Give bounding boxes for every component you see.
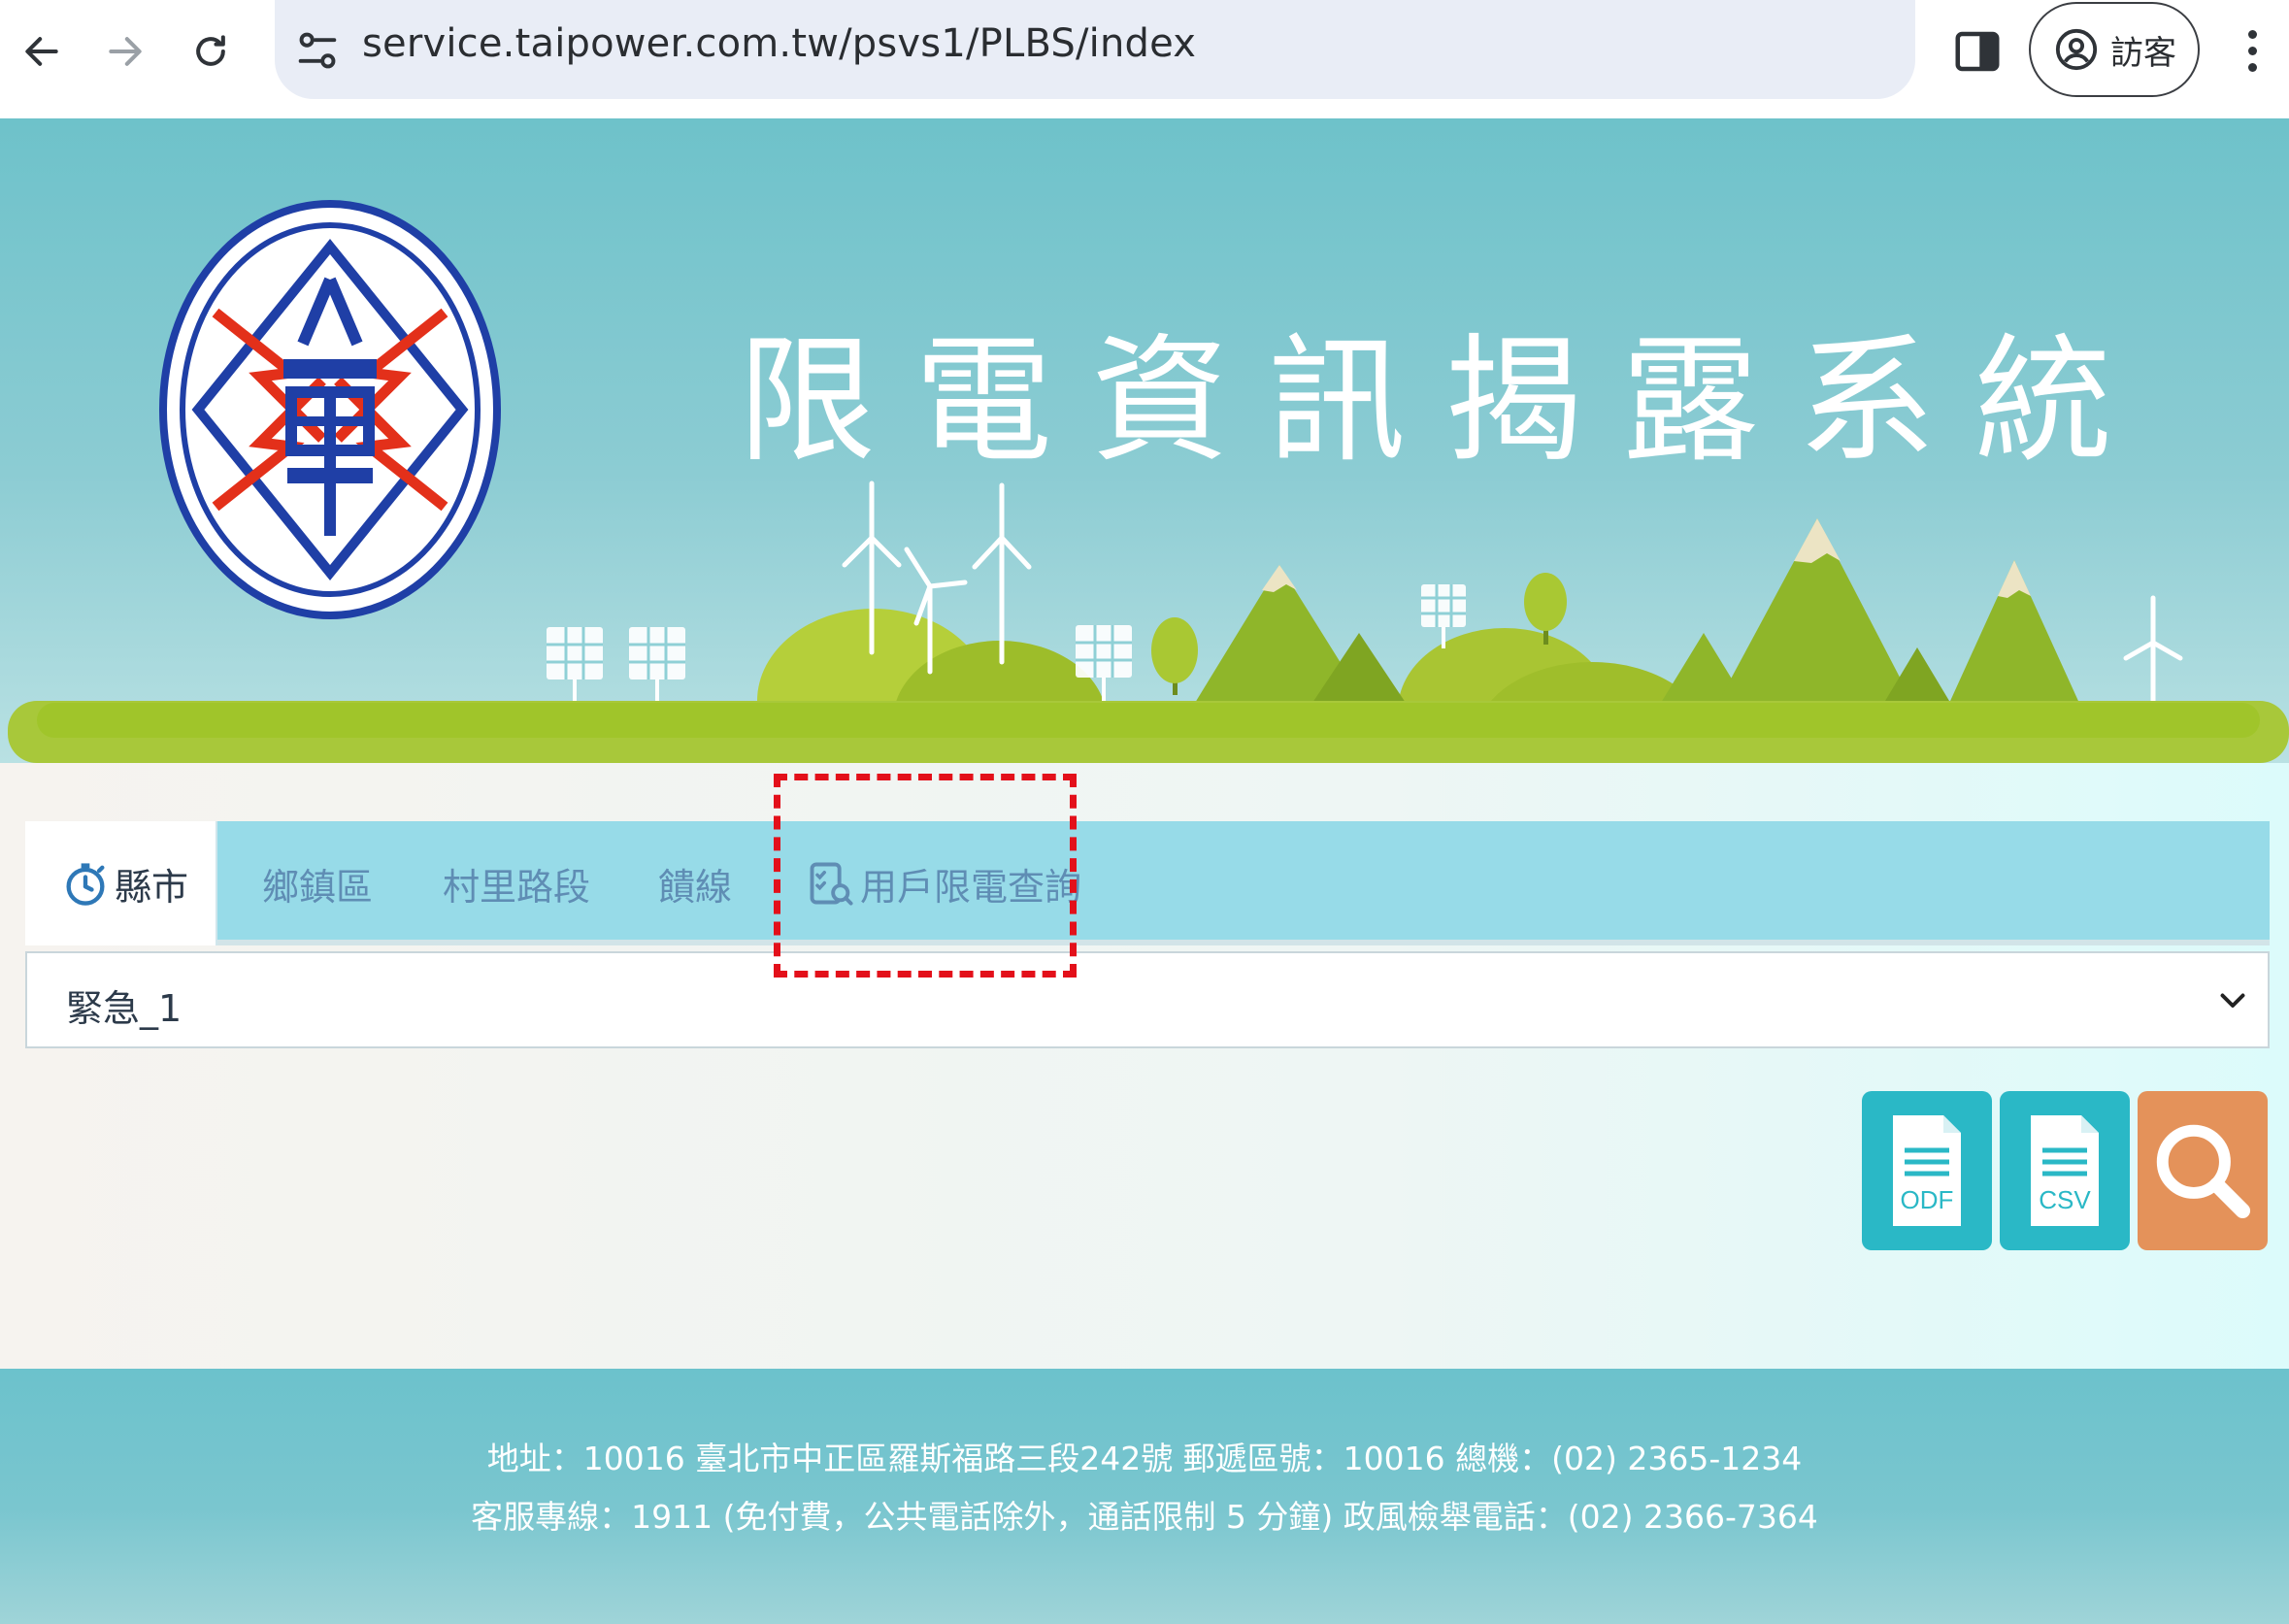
export-odf-button[interactable]: ODF [1862, 1091, 1992, 1250]
url-text[interactable]: service.taipower.com.tw/psvs1/PLBS/index [362, 21, 1196, 66]
csv-label: CSV [2039, 1185, 2091, 1214]
tab-label: 饋線 [658, 865, 733, 909]
site-settings-icon[interactable] [292, 25, 343, 76]
main-content: 縣市 鄉鎮區 村里路段 饋線 用戶限電查詢 緊急_1 ODF CSV [0, 763, 2289, 1369]
tab-label: 縣市 [115, 865, 189, 909]
back-button[interactable] [8, 17, 76, 85]
forward-button[interactable] [91, 17, 159, 85]
reload-icon [196, 35, 225, 66]
query-tab-bar: 縣市 鄉鎮區 村里路段 饋線 用戶限電查詢 [25, 821, 2270, 945]
account-icon [2055, 28, 2098, 71]
search-icon [2156, 1124, 2251, 1219]
system-title: 限電資訊揭露系統 [738, 321, 2151, 481]
tab-county-city[interactable]: 縣市 [25, 821, 217, 945]
csv-file-icon: CSV [2031, 1115, 2099, 1226]
footer: 地址：10016 臺北市中正區羅斯福路三段242號 郵遞區號：10016 總機：… [0, 1369, 2289, 1624]
tab-customer-query[interactable]: 用戶限電查詢 [806, 821, 1081, 945]
tab-village-road[interactable]: 村里路段 [443, 821, 590, 945]
back-arrow-icon [25, 37, 58, 66]
kebab-dot [2247, 62, 2257, 72]
browser-menu-button[interactable] [2233, 21, 2272, 80]
chevron-down-icon [2220, 993, 2245, 1008]
side-panel-icon[interactable] [1951, 25, 2004, 78]
footer-address: 地址：10016 臺北市中正區羅斯福路三段242號 郵遞區號：10016 總機：… [486, 1440, 1803, 1477]
forward-arrow-icon [109, 37, 142, 66]
hero-banner: 限電資訊揭露系統 [0, 118, 2289, 763]
tab-township[interactable]: 鄉鎮區 [262, 821, 373, 945]
tab-label: 村里路段 [443, 865, 591, 909]
tab-feeder[interactable]: 饋線 [658, 821, 732, 945]
odf-file-icon: ODF [1893, 1115, 1961, 1226]
select-value: 緊急_1 [66, 987, 182, 1030]
kebab-dot [2247, 46, 2257, 55]
stopwatch-icon [66, 863, 105, 906]
kebab-dot [2247, 29, 2257, 39]
export-csv-button[interactable]: CSV [2000, 1091, 2130, 1250]
profile-label: 訪客 [2110, 33, 2176, 73]
checklist-search-icon [810, 862, 853, 906]
odf-label: ODF [1901, 1185, 1954, 1214]
address-bar[interactable]: service.taipower.com.tw/psvs1/PLBS/index [275, 0, 1915, 99]
level-select[interactable]: 緊急_1 [25, 951, 2270, 1048]
taipower-logo [159, 200, 501, 619]
tab-label: 用戶限電查詢 [860, 865, 1082, 909]
profile-button[interactable]: 訪客 [2029, 2, 2200, 97]
reload-button[interactable] [177, 17, 245, 85]
tab-label: 鄉鎮區 [262, 865, 374, 909]
search-button[interactable] [2138, 1091, 2268, 1250]
footer-hotline: 客服專線：1911 (免付費，公共電話除外，通話限制 5 分鐘) 政風檢舉電話：… [471, 1498, 1818, 1536]
browser-toolbar: service.taipower.com.tw/psvs1/PLBS/index… [0, 0, 2289, 120]
